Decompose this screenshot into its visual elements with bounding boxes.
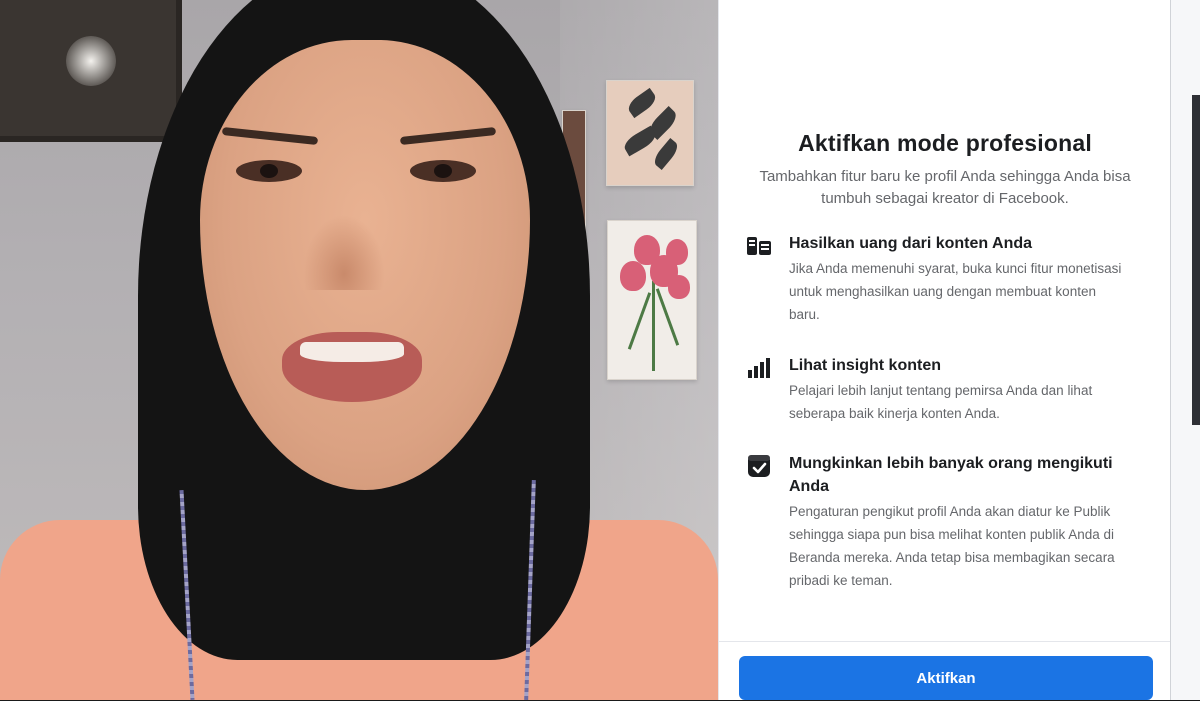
feature-title: Hasilkan uang dari konten Anda [789, 235, 1033, 252]
feature-title: Mungkinkan lebih banyak orang mengikuti … [789, 455, 1113, 495]
footer-divider [719, 641, 1171, 642]
wall-frame [0, 0, 182, 142]
wall-poster-flower [607, 220, 697, 380]
feature-description: Jika Anda memenuhi syarat, buka kunci fi… [789, 261, 1122, 322]
professional-mode-dialog: Aktifkan mode profesional Tambahkan fitu… [718, 0, 1171, 700]
nose [300, 210, 388, 290]
bar-chart-icon [745, 356, 773, 380]
teeth [300, 342, 404, 362]
background-panel-dark-edge [1192, 95, 1200, 425]
dialog-subtitle: Tambahkan fitur baru ke profil Anda sehi… [759, 168, 1131, 207]
dialog-title: Aktifkan mode profesional [798, 130, 1092, 156]
video-frame [0, 0, 718, 700]
feature-title: Lihat insight konten [789, 357, 941, 374]
money-icon [745, 234, 773, 258]
feature-insights: Lihat insight konten Pelajari lebih lanj… [745, 354, 1155, 430]
follow-check-icon [745, 454, 773, 478]
feature-followers: Mungkinkan lebih banyak orang mengikuti … [745, 452, 1155, 622]
feature-monetization: Hasilkan uang dari konten Anda Jika Anda… [745, 232, 1155, 332]
wall-poster-leaves [606, 80, 694, 186]
feature-description: Pengaturan pengikut profil Anda akan dia… [789, 504, 1115, 588]
feature-description: Pelajari lebih lanjut tentang pemirsa An… [789, 383, 1093, 421]
right-eye [410, 160, 476, 182]
left-eye [236, 160, 302, 182]
activate-button[interactable]: Aktifkan [739, 656, 1153, 700]
